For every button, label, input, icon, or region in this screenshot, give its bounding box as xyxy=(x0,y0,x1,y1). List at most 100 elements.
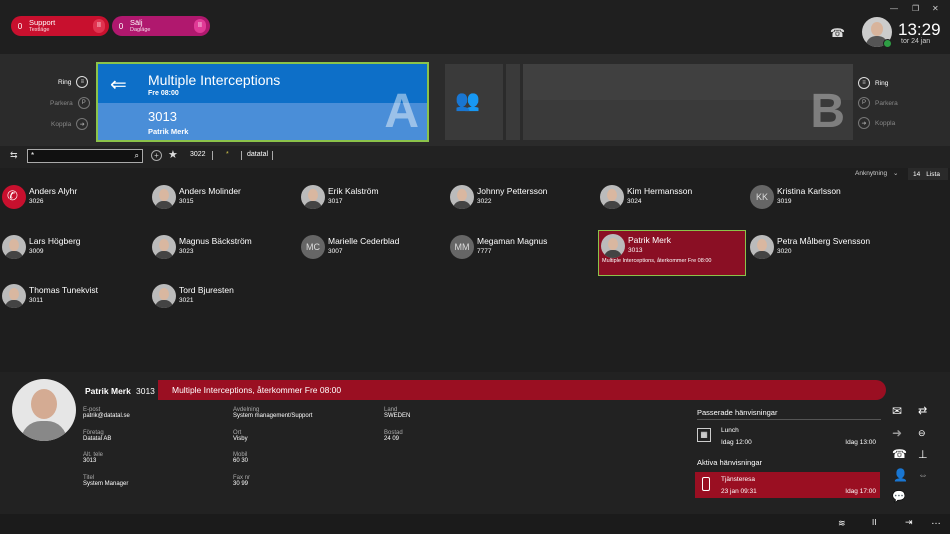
action-label: Parkera xyxy=(50,99,73,107)
clock-date: tor 24 jan xyxy=(901,38,931,45)
avatar xyxy=(152,185,176,209)
contact-extension: 3017 xyxy=(328,198,343,205)
field-fax: Fax nr 30 99 xyxy=(233,475,251,487)
contact-card[interactable]: Tord Bjuresten 3021 xyxy=(150,281,298,327)
contact-card[interactable]: Anders Molinder 3015 xyxy=(150,182,298,228)
contact-name: Johnny Pettersson xyxy=(477,186,548,196)
action-ring-a[interactable]: Ring ≡ xyxy=(58,76,89,88)
contact-card[interactable]: MM Megaman Magnus 7777 xyxy=(448,232,596,278)
park-icon: P xyxy=(858,97,870,109)
contact-card[interactable]: Petra Målberg Svensson 3020 xyxy=(748,232,896,278)
view-toggle[interactable]: 14 Lista xyxy=(908,168,948,180)
contact-extension: 3007 xyxy=(328,248,343,255)
phone-icon[interactable]: ☎ xyxy=(892,447,907,461)
contact-card[interactable]: Lars Högberg 3009 xyxy=(0,232,148,278)
minimize-button[interactable]: — xyxy=(890,4,898,13)
email-icon[interactable]: ✉ xyxy=(892,404,902,418)
line-b-panel[interactable]: B xyxy=(523,64,853,140)
contact-card[interactable]: Patrik Merk 3013 Multiple Interceptions, å… xyxy=(598,230,746,276)
line-a-panel[interactable]: ⇐ Multiple Interceptions Fre 08:00 3013 … xyxy=(96,62,429,142)
more-icon[interactable]: … xyxy=(931,516,941,527)
hangup-icon[interactable]: ⊥ xyxy=(918,448,928,461)
contact-status: Multiple Interceptions, återkommer Fre 0… xyxy=(602,258,712,264)
action-transfer-b[interactable]: ➜ Koppla xyxy=(858,117,895,129)
swap-icon[interactable]: ⇆ xyxy=(10,150,18,161)
conference-panel[interactable]: 👥 xyxy=(445,64,503,140)
filter-chip-3022[interactable]: 3022 xyxy=(190,151,206,158)
field-department: Avdelning System management/Support xyxy=(233,407,313,419)
restore-button[interactable]: ❐ xyxy=(912,4,919,13)
pause-icon[interactable]: II xyxy=(93,19,105,33)
action-ring-b[interactable]: ≡ Ring xyxy=(858,77,888,89)
contact-card[interactable]: Kim Hermansson 3024 xyxy=(598,182,746,228)
avatar-initials: MM xyxy=(450,235,474,259)
detail-status: Multiple Interceptions, återkommer Fre 0… xyxy=(172,385,342,395)
hangup-icon[interactable]: ☎ xyxy=(830,26,845,40)
logout-icon[interactable]: ⇥ xyxy=(905,517,913,528)
action-transfer-a[interactable]: Koppla ➜ xyxy=(51,118,89,130)
contact-card[interactable]: ✆ Anders Alyhr 3026 xyxy=(0,182,148,228)
avatar xyxy=(750,235,774,259)
contact-card[interactable]: Johnny Pettersson 3022 xyxy=(448,182,596,228)
filter-chip-datatal[interactable]: datatal xyxy=(247,151,268,158)
filter-chip-wildcard[interactable]: * xyxy=(226,151,229,158)
contact-name: Kristina Karlsson xyxy=(777,186,841,196)
past-to: Idag 13:00 xyxy=(845,439,876,446)
contact-name: Tord Bjuresten xyxy=(179,285,234,295)
contact-extension: 3011 xyxy=(29,297,43,304)
queue-support[interactable]: 0 Support Testläge II xyxy=(11,16,109,36)
contact-name: Kim Hermansson xyxy=(627,186,693,196)
detail-status-bar: Multiple Interceptions, återkommer Fre 0… xyxy=(158,380,886,400)
sort-dropdown[interactable]: Anknytning ⌄ xyxy=(855,169,898,177)
view-mode: Lista xyxy=(926,170,940,178)
field-company: Företag Datatal AB xyxy=(83,430,112,442)
add-filter-icon[interactable]: + xyxy=(151,150,162,161)
queue-count: 0 xyxy=(17,21,23,31)
contact-card[interactable]: Erik Kalström 3017 xyxy=(299,182,447,228)
contact-extension: 3024 xyxy=(627,198,642,205)
contact-card[interactable]: MC Marielle Cederblad 3007 xyxy=(299,232,447,278)
contact-extension: 3019 xyxy=(777,198,792,205)
search-icon[interactable]: ⌕ xyxy=(135,150,139,162)
contact-name: Megaman Magnus xyxy=(477,236,548,246)
line-a-name: Patrik Merk xyxy=(148,127,189,136)
search-input[interactable]: * ⌕ xyxy=(27,149,143,163)
field-city: Ort Visby xyxy=(233,430,248,442)
transfer-icon: ➜ xyxy=(76,118,89,130)
wifi-icon[interactable]: ≋ xyxy=(838,518,846,529)
queue-name: Support xyxy=(29,17,56,27)
avatar xyxy=(450,185,474,209)
action-label: Koppla xyxy=(51,120,72,128)
contact-extension: 7777 xyxy=(477,248,492,255)
avatar-initials: KK xyxy=(750,185,774,209)
park-call-icon[interactable]: ⇔ xyxy=(918,470,928,481)
chevron-down-icon: ⌄ xyxy=(892,170,899,177)
avatar-initials: MC xyxy=(301,235,325,259)
past-item[interactable]: ▦ Lunch Idag 12:00 Idag 13:00 xyxy=(695,424,880,450)
line-a-subtitle: Fre 08:00 xyxy=(148,90,179,97)
intercept-arrow-icon: ⇐ xyxy=(110,74,127,96)
queue-salj[interactable]: 0 Sälj Dagläge II xyxy=(112,16,210,36)
close-button[interactable]: ✕ xyxy=(932,4,939,13)
contact-name: Marielle Cederblad xyxy=(328,236,400,246)
contact-extension: 3026 xyxy=(29,198,44,205)
contact-card[interactable]: KK Kristina Karlsson 3019 xyxy=(748,182,896,228)
call-transfer-icon[interactable]: ⇄ xyxy=(918,404,927,417)
action-park-b[interactable]: P Parkera xyxy=(858,97,898,109)
forward-icon[interactable]: ➜ xyxy=(892,426,902,440)
contact-extension: 3009 xyxy=(29,248,44,255)
pause-icon[interactable]: II xyxy=(872,518,876,527)
queue-count: 0 xyxy=(118,21,124,31)
chat-icon[interactable]: 💬 xyxy=(892,490,906,503)
contact-card[interactable]: Magnus Bäckström 3023 xyxy=(150,232,298,278)
contact-name: Erik Kalström xyxy=(328,186,379,196)
favorite-icon[interactable]: ★ xyxy=(168,148,178,161)
contact-card[interactable]: Thomas Tunekvist 3011 xyxy=(0,281,148,327)
contact-count: 14 xyxy=(913,170,921,178)
person-icon[interactable]: 👤 xyxy=(893,468,908,482)
hold-icon[interactable]: ⊖ xyxy=(918,428,926,439)
pause-icon[interactable]: II xyxy=(194,19,206,33)
action-park-a[interactable]: Parkera P xyxy=(50,97,90,109)
active-item[interactable]: Tjänsteresa 23 jan 09:31 Idag 17:00 xyxy=(695,472,880,498)
queue-mode: Dagläge xyxy=(130,26,151,33)
